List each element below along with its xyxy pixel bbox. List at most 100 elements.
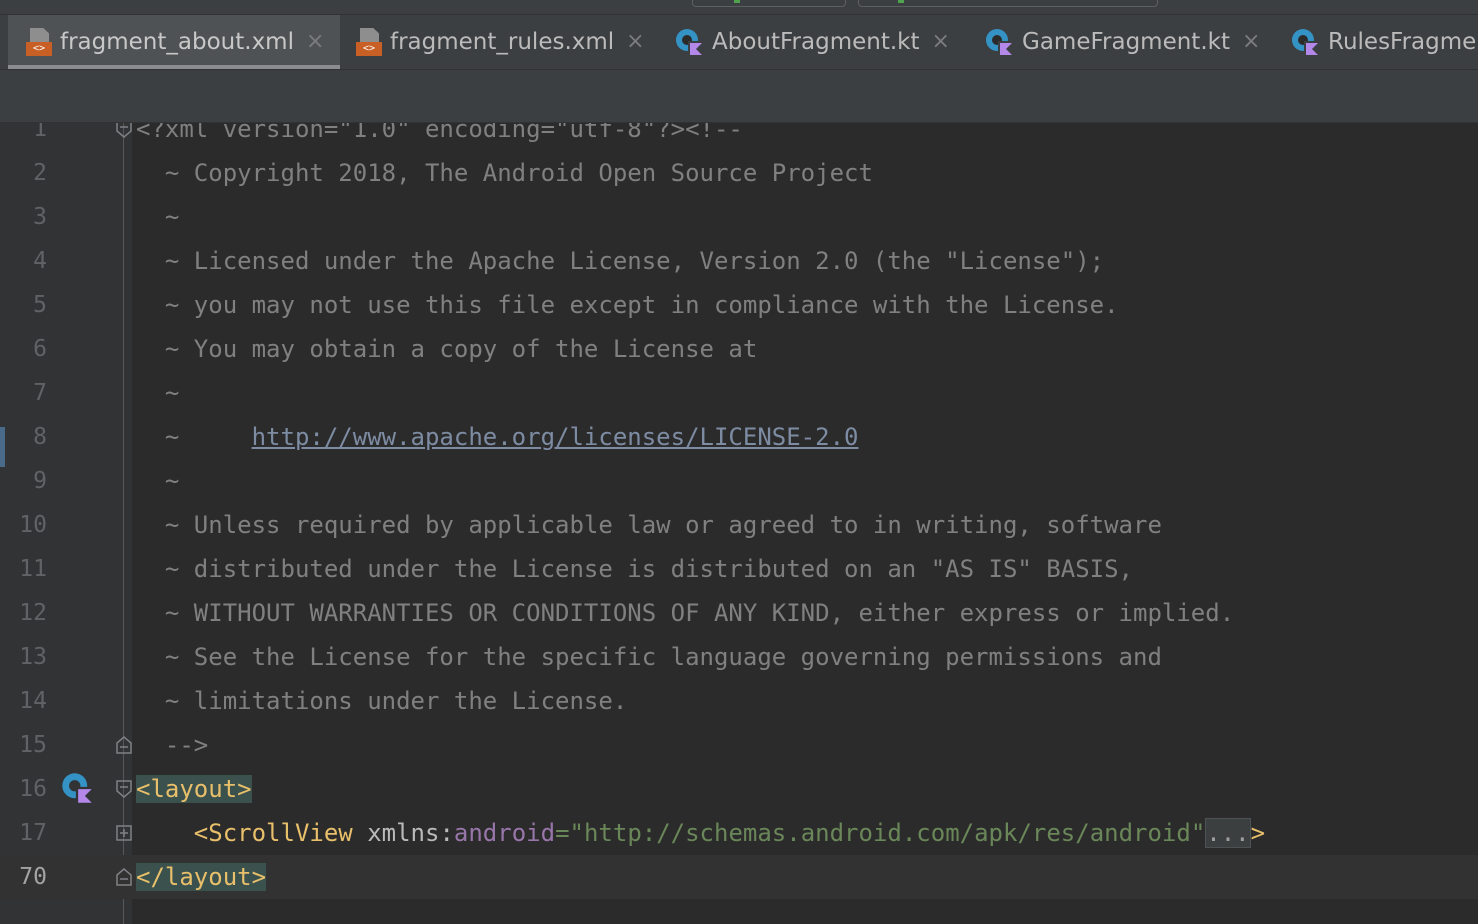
code-text: ~ http://www.apache.org/licenses/LICENSE… (136, 415, 859, 459)
line-number: 10 (19, 512, 47, 538)
line-number: 9 (33, 468, 47, 494)
colon: : (439, 819, 454, 847)
tab-label: AboutFragment.kt (712, 29, 920, 55)
code-text: ~ (136, 203, 180, 231)
xml-tag: <ScrollView (193, 819, 353, 847)
code-text: ~ (136, 379, 180, 407)
code-line[interactable]: 10 ~ Unless required by applicable law o… (0, 503, 1478, 547)
code-text: ~ You may obtain a copy of the License a… (136, 335, 758, 363)
line-number: 17 (19, 820, 47, 846)
related-kotlin-class-icon[interactable] (60, 771, 94, 805)
xml-file-icon: <> (356, 28, 382, 56)
code-line[interactable]: 17 <ScrollView xmlns:android="http://sch… (0, 811, 1478, 855)
line-number: 12 (19, 600, 47, 626)
code-line[interactable]: 5 ~ you may not use this file except in … (0, 283, 1478, 327)
code-editor[interactable]: 1 <?xml version="1.0" encoding="utf-8"?>… (0, 123, 1478, 924)
code-line[interactable]: 2 ~ Copyright 2018, The Android Open Sou… (0, 151, 1478, 195)
line-number: 6 (33, 336, 47, 362)
code-text: <?xml version="1.0" encoding="utf-8"?><!… (136, 123, 743, 143)
line-number: 14 (19, 688, 47, 714)
close-tab-icon[interactable]: × (1242, 31, 1260, 53)
tab-label: fragment_about.xml (60, 29, 294, 55)
code-line[interactable]: 15 --> (0, 723, 1478, 767)
kotlin-class-icon (674, 27, 704, 57)
code-text: ~ Licensed under the Apache License, Ver… (136, 247, 1105, 275)
comment-text: ~ (136, 423, 252, 451)
tab-label: fragment_rules.xml (390, 29, 615, 55)
code-text: ~ WITHOUT WARRANTIES OR CONDITIONS OF AN… (136, 599, 1235, 627)
fold-collapse-icon[interactable] (115, 780, 133, 798)
line-number: 2 (33, 160, 47, 186)
line-number: 1 (33, 123, 47, 142)
code-text: ~ limitations under the License. (136, 687, 628, 715)
code-line[interactable]: 14 ~ limitations under the License. (0, 679, 1478, 723)
line-number: 15 (19, 732, 47, 758)
code-line[interactable]: 7 ~ (0, 371, 1478, 415)
fold-end-icon[interactable] (115, 736, 133, 754)
xml-attribute: xmlns (367, 819, 440, 847)
tab-fragment-about-xml[interactable]: <> fragment_about.xml × (8, 15, 340, 69)
run-indicator-icon (734, 0, 740, 3)
code-text: <ScrollView xmlns:android="http://schema… (136, 811, 1265, 855)
code-line[interactable]: 12 ~ WITHOUT WARRANTIES OR CONDITIONS OF… (0, 591, 1478, 635)
equals: = (555, 819, 570, 847)
code-text: ~ you may not use this file except in co… (136, 291, 1119, 319)
xml-tag-close: > (1250, 819, 1266, 847)
line-number: 3 (33, 204, 47, 230)
code-text: <layout> (136, 767, 252, 811)
code-line[interactable]: 11 ~ distributed under the License is di… (0, 547, 1478, 591)
xml-file-icon: <> (26, 28, 52, 56)
line-number: 13 (19, 644, 47, 670)
code-text: </layout> (136, 855, 267, 899)
tab-fragment-rules-xml[interactable]: <> fragment_rules.xml × (340, 15, 658, 69)
code-line[interactable]: 16 <layout> (0, 767, 1478, 811)
toolbar-widget[interactable] (692, 0, 846, 7)
code-text: ~ Unless required by applicable law or a… (136, 511, 1162, 539)
line-number: 8 (33, 424, 47, 450)
code-line[interactable]: 3 ~ (0, 195, 1478, 239)
code-text: ~ distributed under the License is distr… (136, 555, 1133, 583)
line-number: 4 (33, 248, 47, 274)
close-tab-icon[interactable]: × (932, 31, 950, 53)
top-toolbar-edge (0, 0, 1478, 15)
code-line[interactable]: 8 ~ http://www.apache.org/licenses/LICEN… (0, 415, 1478, 459)
tab-game-fragment-kt[interactable]: GameFragment.kt × (968, 15, 1274, 69)
code-text: ~ Copyright 2018, The Android Open Sourc… (136, 159, 873, 187)
fold-end-icon[interactable] (115, 868, 133, 886)
line-number: 11 (19, 556, 47, 582)
code-line[interactable]: 4 ~ Licensed under the Apache License, V… (0, 239, 1478, 283)
line-number: 7 (33, 380, 47, 406)
fold-expand-icon[interactable] (115, 824, 133, 842)
code-line[interactable]: 9 ~ (0, 459, 1478, 503)
license-url-link[interactable]: http://www.apache.org/licenses/LICENSE-2… (252, 423, 859, 451)
line-number: 16 (19, 776, 47, 802)
code-line[interactable]: 1 <?xml version="1.0" encoding="utf-8"?>… (0, 123, 1478, 151)
line-number: 5 (33, 292, 47, 318)
editor-tab-bar: <> fragment_about.xml × <> fragment_rule… (0, 15, 1478, 70)
code-line[interactable]: 13 ~ See the License for the specific la… (0, 635, 1478, 679)
xml-attribute-value: "http://schemas.android.com/apk/res/andr… (569, 819, 1206, 847)
close-tab-icon[interactable]: × (306, 31, 324, 53)
editor-breadcrumb-bar (0, 70, 1478, 123)
close-tab-icon[interactable]: × (626, 31, 644, 53)
kotlin-class-icon (984, 27, 1014, 57)
code-text: ~ (136, 467, 180, 495)
xml-tag: <layout> (136, 775, 252, 803)
tab-label: RulesFragme (1328, 29, 1477, 55)
device-indicator-icon (898, 0, 904, 3)
code-line[interactable]: 6 ~ You may obtain a copy of the License… (0, 327, 1478, 371)
line-number: 70 (19, 864, 47, 890)
tab-rules-fragment-kt[interactable]: RulesFragme (1274, 15, 1478, 69)
code-text: --> (136, 731, 209, 759)
kotlin-class-icon (1290, 27, 1320, 57)
xml-namespace: android (453, 819, 556, 847)
tab-label: GameFragment.kt (1022, 29, 1230, 55)
code-line-current[interactable]: 70 </layout> (0, 855, 1478, 899)
tab-about-fragment-kt[interactable]: AboutFragment.kt × (658, 15, 968, 69)
folded-region-placeholder[interactable]: ... (1205, 818, 1251, 848)
fold-collapse-icon[interactable] (115, 123, 133, 138)
code-text: ~ See the License for the specific langu… (136, 643, 1162, 671)
xml-tag: </layout> (136, 863, 267, 891)
